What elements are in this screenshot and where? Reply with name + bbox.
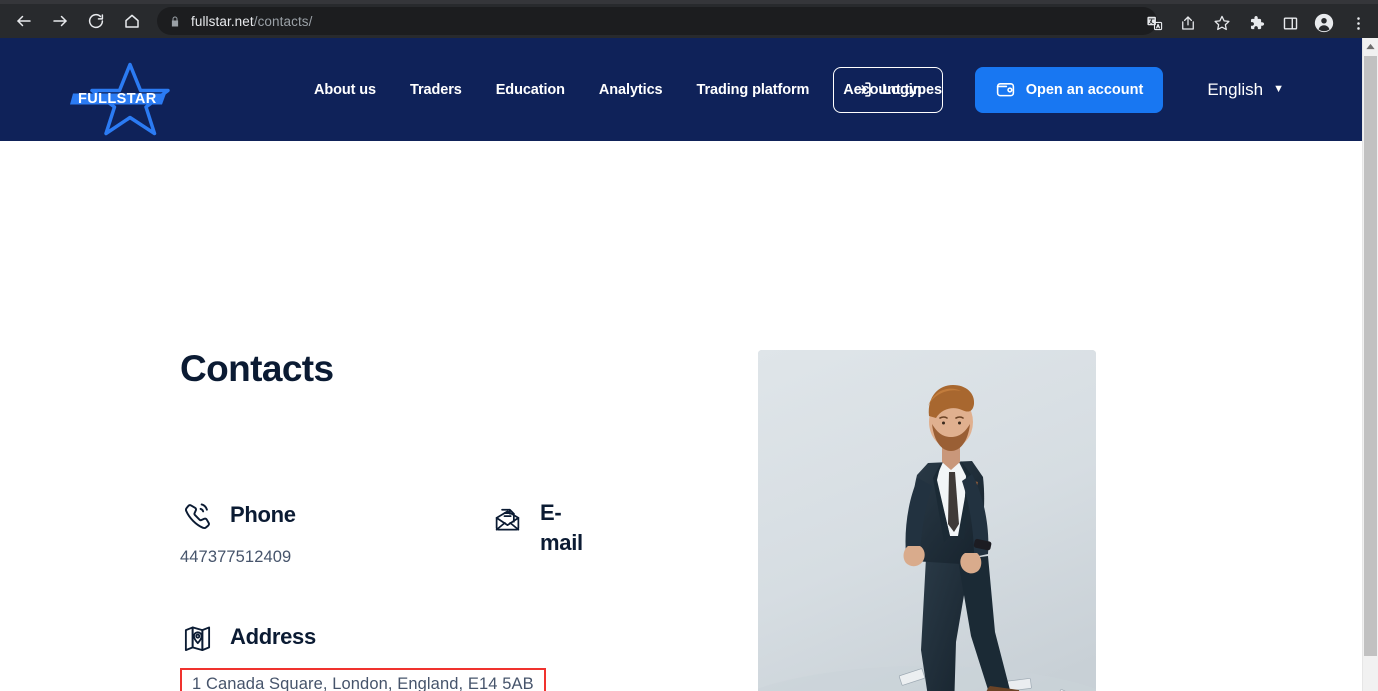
map-location-pin-icon bbox=[180, 620, 214, 654]
hero-image bbox=[758, 350, 1096, 691]
browser-toolbar-right-icons bbox=[1137, 4, 1378, 42]
logo-text: FULLSTAR bbox=[78, 91, 157, 107]
contact-item-phone: Phone 447377512409 bbox=[180, 498, 480, 567]
login-button[interactable]: Login bbox=[833, 66, 943, 113]
open-envelope-icon bbox=[490, 502, 524, 536]
contact-phone-value[interactable]: 447377512409 bbox=[180, 548, 480, 567]
page-scrollbar[interactable] bbox=[1362, 38, 1378, 691]
contact-item-email: E-mail bbox=[490, 498, 600, 557]
url-domain: fullstar.net bbox=[191, 13, 254, 29]
language-label: English bbox=[1207, 79, 1264, 99]
extensions-puzzle-icon[interactable] bbox=[1242, 9, 1270, 37]
phone-call-icon bbox=[180, 498, 214, 532]
page-title: Contacts bbox=[180, 348, 334, 389]
contact-email-label: E-mail bbox=[540, 500, 583, 555]
contact-address-value[interactable]: 1 Canada Square, London, England, E14 5A… bbox=[192, 675, 534, 691]
login-arrow-icon bbox=[854, 80, 873, 99]
address-bar[interactable]: fullstar.net/contacts/ bbox=[157, 7, 1157, 35]
nav-item-trading-platform[interactable]: Trading platform bbox=[697, 82, 810, 98]
contact-email-head: E-mail bbox=[490, 498, 600, 557]
back-button[interactable] bbox=[9, 6, 39, 36]
fullstar-logo[interactable]: FULLSTAR bbox=[68, 61, 173, 136]
login-button-label: Login bbox=[882, 81, 922, 98]
contact-phone-label: Phone bbox=[230, 502, 296, 527]
reload-icon bbox=[88, 13, 104, 29]
share-icon[interactable] bbox=[1174, 9, 1202, 37]
hero-image-illustration bbox=[758, 350, 1096, 691]
contact-address-label: Address bbox=[230, 624, 316, 649]
translate-icon[interactable] bbox=[1140, 9, 1168, 37]
arrow-right-icon bbox=[53, 15, 67, 27]
wallet-icon bbox=[995, 79, 1016, 100]
reload-button[interactable] bbox=[81, 6, 111, 36]
logo-star-icon: FULLSTAR bbox=[70, 62, 170, 136]
arrow-left-icon bbox=[17, 15, 31, 27]
home-button[interactable] bbox=[117, 6, 147, 36]
contact-item-address: Address 1 Canada Square, London, England… bbox=[180, 620, 640, 691]
scrollbar-thumb[interactable] bbox=[1364, 56, 1377, 656]
open-account-button[interactable]: Open an account bbox=[974, 66, 1164, 113]
main-content: Contacts Phone 447377512409 E-mail Addre… bbox=[0, 141, 1362, 691]
address-highlight-box: 1 Canada Square, London, England, E14 5A… bbox=[180, 668, 546, 691]
profile-avatar-icon[interactable] bbox=[1310, 9, 1338, 37]
chevron-down-icon: ▼ bbox=[1273, 83, 1284, 95]
browser-toolbar: fullstar.net/contacts/ bbox=[0, 0, 1378, 38]
side-panel-icon[interactable] bbox=[1276, 9, 1304, 37]
lock-icon bbox=[169, 15, 181, 28]
nav-item-education[interactable]: Education bbox=[496, 82, 565, 98]
three-dot-menu-icon[interactable] bbox=[1344, 9, 1372, 37]
contact-address-head: Address bbox=[180, 620, 640, 654]
nav-item-analytics[interactable]: Analytics bbox=[599, 82, 663, 98]
nav-item-traders[interactable]: Traders bbox=[410, 82, 462, 98]
contact-phone-head: Phone bbox=[180, 498, 480, 532]
language-switcher[interactable]: English ▼ bbox=[1207, 80, 1284, 100]
scrollbar-up-arrow[interactable] bbox=[1363, 38, 1378, 55]
bookmark-star-icon[interactable] bbox=[1208, 9, 1236, 37]
url-text: fullstar.net/contacts/ bbox=[191, 14, 313, 29]
site-header: FULLSTAR About us Traders Education Anal… bbox=[0, 38, 1362, 141]
home-icon bbox=[125, 14, 139, 28]
url-path: /contacts/ bbox=[253, 13, 313, 29]
forward-button[interactable] bbox=[45, 6, 75, 36]
open-account-button-label: Open an account bbox=[1025, 81, 1144, 98]
page-viewport: FULLSTAR About us Traders Education Anal… bbox=[0, 38, 1362, 691]
contacts-block: Contacts Phone 447377512409 E-mail Addre… bbox=[180, 348, 660, 691]
nav-item-about-us[interactable]: About us bbox=[314, 82, 376, 98]
header-actions: Login Open an account English ▼ bbox=[833, 66, 1284, 113]
caret-up-icon bbox=[1366, 43, 1375, 50]
